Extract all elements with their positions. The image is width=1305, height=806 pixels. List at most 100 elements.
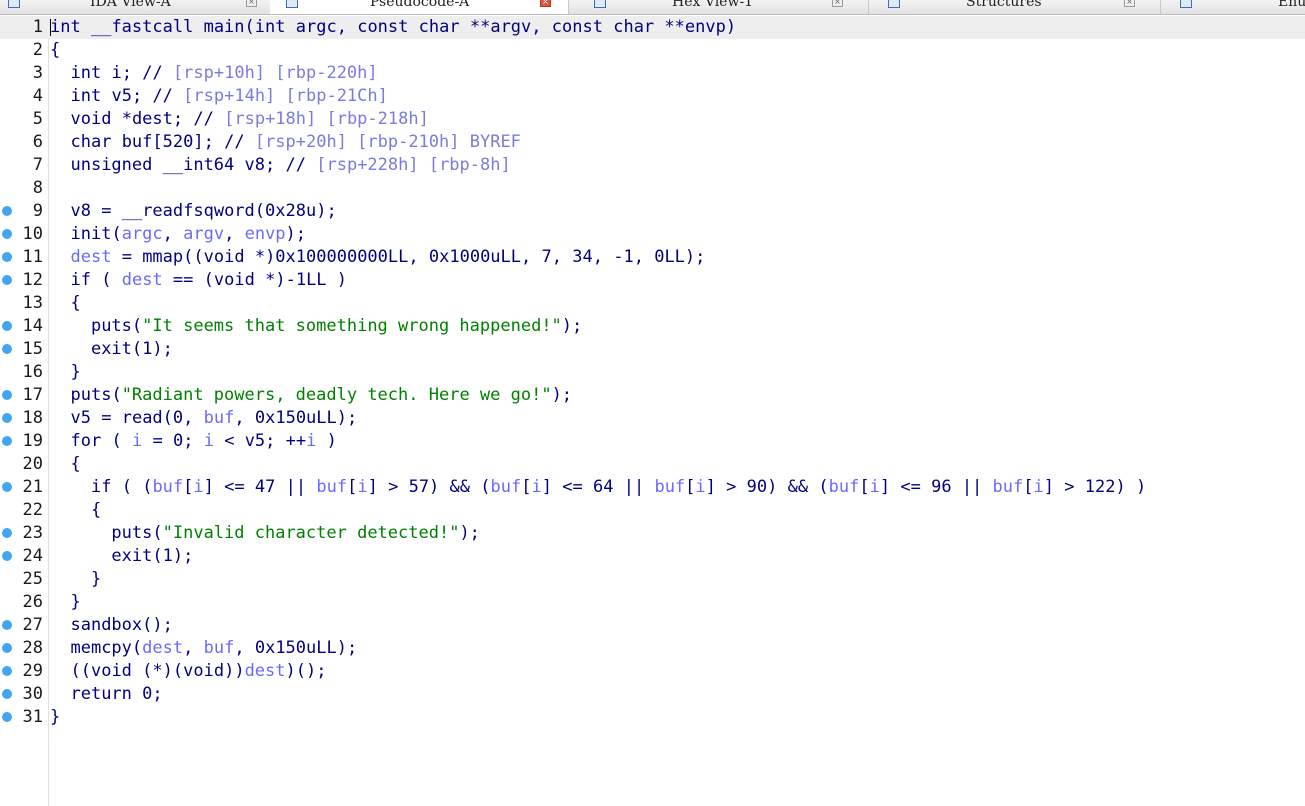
tab-enums[interactable]: Enu — [1160, 0, 1305, 14]
close-icon[interactable]: × — [246, 0, 257, 7]
code-text: char buf[520]; // [rsp+20h] [rbp-210h] B… — [70, 132, 521, 152]
code-line[interactable]: 11 dest = mmap((void *)0x100000000LL, 0x… — [0, 246, 1305, 269]
line-number: 2 — [32, 40, 43, 60]
line-number: 21 — [22, 477, 43, 497]
tab-label: IDA View-A — [90, 0, 171, 10]
code-text: void *dest; // [rsp+18h] [rbp-218h] — [70, 109, 429, 129]
structures-icon — [888, 0, 900, 8]
code-line[interactable]: 3 int i; // [rsp+10h] [rbp-220h] — [0, 62, 1305, 85]
close-icon[interactable]: × — [540, 0, 551, 7]
line-number: 8 — [32, 178, 43, 198]
code-line[interactable]: 17 puts("Radiant powers, deadly tech. He… — [0, 384, 1305, 407]
code-line[interactable]: 19 for ( i = 0; i < v5; ++i ) — [0, 430, 1305, 453]
code-text: ((void (*)(void))dest)(); — [70, 661, 327, 681]
code-text: unsigned __int64 v8; // [rsp+228h] [rbp-… — [70, 155, 511, 175]
code-text: for ( i = 0; i < v5; ++i ) — [70, 431, 337, 451]
code-line[interactable]: 25 } — [0, 568, 1305, 591]
code-text: if ( dest == (void *)-1LL ) — [70, 270, 348, 290]
line-number: 5 — [32, 109, 43, 129]
code-line[interactable]: 21 if ( (buf[i] <= 47 || buf[i] > 57) &&… — [0, 476, 1305, 499]
tab-ida-view-a[interactable]: IDA View-A × — [0, 0, 271, 14]
code-text: { — [50, 40, 61, 60]
code-line[interactable]: 16 } — [0, 361, 1305, 384]
tab-label: Structures — [966, 0, 1042, 10]
code-text: } — [70, 362, 81, 382]
tab-label: Hex View-1 — [672, 0, 754, 10]
code-line[interactable]: 31} — [0, 706, 1305, 729]
line-number: 12 — [22, 270, 43, 290]
line-number: 30 — [22, 684, 43, 704]
code-line[interactable]: 8 — [0, 177, 1305, 200]
code-text: v8 = __readfsqword(0x28u); — [70, 201, 337, 221]
code-line[interactable]: 28 memcpy(dest, buf, 0x150uLL); — [0, 637, 1305, 660]
line-number: 7 — [32, 155, 43, 175]
code-text: return 0; — [70, 684, 163, 704]
code-line[interactable]: 20 { — [0, 453, 1305, 476]
tab-structures[interactable]: Structures × — [868, 0, 1161, 14]
pseudocode-icon — [286, 0, 298, 8]
code-line[interactable]: 1 int __fastcall main(int argc, const cha… — [0, 16, 1305, 39]
code-line[interactable]: 22 { — [0, 499, 1305, 522]
code-line[interactable]: 30 return 0; — [0, 683, 1305, 706]
code-line[interactable]: 7 unsigned __int64 v8; // [rsp+228h] [rb… — [0, 154, 1305, 177]
tab-label: Pseudocode-A — [370, 0, 470, 10]
line-number: 22 — [22, 500, 43, 520]
code-text: int v5; // [rsp+14h] [rbp-21Ch] — [70, 86, 388, 106]
line-number: 18 — [22, 408, 43, 428]
enums-icon — [1180, 0, 1192, 8]
code-text: puts("Invalid character detected!"); — [111, 523, 480, 543]
close-icon[interactable]: × — [1124, 0, 1135, 7]
code-line[interactable]: 23 puts("Invalid character detected!"); — [0, 522, 1305, 545]
tab-label: Enu — [1278, 0, 1305, 10]
close-icon[interactable]: × — [832, 0, 843, 7]
line-number: 25 — [22, 569, 43, 589]
line-number: 1 — [32, 17, 43, 37]
line-number: 16 — [22, 362, 43, 382]
line-number: 11 — [22, 247, 43, 267]
code-line[interactable]: 12 if ( dest == (void *)-1LL ) — [0, 269, 1305, 292]
code-line[interactable]: 5 void *dest; // [rsp+18h] [rbp-218h] — [0, 108, 1305, 131]
line-number: 6 — [32, 132, 43, 152]
code-text: } — [90, 569, 102, 589]
code-text: puts("It seems that something wrong happ… — [90, 316, 583, 336]
code-text: { — [70, 293, 81, 313]
code-line[interactable]: 14 puts("It seems that something wrong h… — [0, 315, 1305, 338]
code-text: exit(1); — [111, 546, 194, 566]
code-text: sandbox(); — [70, 615, 173, 635]
line-number: 31 — [22, 707, 43, 727]
line-number: 28 — [22, 638, 43, 658]
text-cursor — [50, 19, 51, 36]
code-text: } — [50, 707, 61, 727]
line-number: 26 — [22, 592, 43, 612]
code-line[interactable]: 26 } — [0, 591, 1305, 614]
code-line[interactable]: 10 init(argc, argv, envp); — [0, 223, 1305, 246]
code-text: dest = mmap((void *)0x100000000LL, 0x100… — [70, 247, 706, 267]
code-line[interactable]: 15 exit(1); — [0, 338, 1305, 361]
tab-pseudocode-a[interactable]: Pseudocode-A × — [270, 0, 569, 14]
tab-bar: IDA View-A × Pseudocode-A × Hex View-1 ×… — [0, 0, 1305, 15]
code-text: exit(1); — [90, 339, 173, 359]
code-text: v5 = read(0, buf, 0x150uLL); — [70, 408, 358, 428]
code-line[interactable]: 29 ((void (*)(void))dest)(); — [0, 660, 1305, 683]
tab-hex-view-1[interactable]: Hex View-1 × — [568, 0, 869, 14]
code-text: int i; // [rsp+10h] [rbp-220h] — [70, 63, 378, 83]
line-number: 10 — [22, 224, 43, 244]
line-number: 19 — [22, 431, 43, 451]
code-line[interactable]: 6 char buf[520]; // [rsp+20h] [rbp-210h]… — [0, 131, 1305, 154]
code-line[interactable]: 2{ — [0, 39, 1305, 62]
line-number: 20 — [22, 454, 43, 474]
code-line[interactable]: 4 int v5; // [rsp+14h] [rbp-21Ch] — [0, 85, 1305, 108]
line-number: 24 — [22, 546, 43, 566]
code-text: } — [70, 592, 81, 612]
code-text: { — [90, 500, 102, 520]
line-number: 23 — [22, 523, 43, 543]
code-line[interactable]: 27 sandbox(); — [0, 614, 1305, 637]
code-text: puts("Radiant powers, deadly tech. Here … — [70, 385, 573, 405]
code-text: init(argc, argv, envp); — [70, 224, 307, 244]
code-line[interactable]: 13 { — [0, 292, 1305, 315]
code-line[interactable]: 9 v8 = __readfsqword(0x28u); — [0, 200, 1305, 223]
disassembly-icon — [8, 0, 20, 8]
code-line[interactable]: 18 v5 = read(0, buf, 0x150uLL); — [0, 407, 1305, 430]
line-number: 29 — [22, 661, 43, 681]
code-line[interactable]: 24 exit(1); — [0, 545, 1305, 568]
